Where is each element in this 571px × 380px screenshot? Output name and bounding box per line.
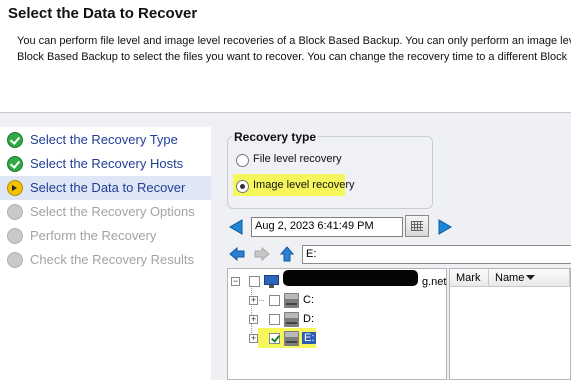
drive-e-checkbox[interactable] [269,333,280,344]
host-label-suffix: g.net [422,276,447,288]
computer-icon [264,275,279,288]
calendar-icon [411,221,423,231]
step-check-recovery-results: Check the Recovery Results [0,248,211,272]
step-select-data-to-recover[interactable]: Select the Data to Recover [0,176,211,200]
step-label: Select the Data to Recover [30,180,186,195]
description-line-2: Block Based Backup to select the files y… [17,51,568,63]
page-header: Select the Data to Recover You can perfo… [0,0,571,112]
pending-step-icon [7,204,23,220]
column-header-name[interactable]: Name [489,269,570,287]
column-label: Name [495,272,525,284]
previous-time-arrow-icon[interactable] [229,219,243,235]
step-label: Select the Recovery Hosts [30,156,184,171]
redacted-hostname [283,270,418,286]
drive-d-label[interactable]: D: [303,313,314,325]
drive-c-label[interactable]: C: [303,294,314,306]
file-level-recovery-option[interactable]: File level recovery [236,153,416,169]
drive-d-checkbox[interactable] [269,314,280,325]
expand-toggle[interactable]: + [249,315,258,324]
pending-step-icon [7,252,23,268]
step-select-recovery-type[interactable]: Select the Recovery Type [0,128,211,152]
page-title: Select the Data to Recover [8,5,198,22]
image-level-radio[interactable] [236,180,249,193]
current-step-arrow-icon [7,180,23,196]
drive-icon [284,331,299,346]
check-icon [7,132,23,148]
file-level-label: File level recovery [253,153,342,165]
back-arrow-icon[interactable] [229,247,245,261]
step-select-recovery-hosts[interactable]: Select the Recovery Hosts [0,152,211,176]
next-time-arrow-icon[interactable] [438,219,452,235]
description-line-1: You can perform file level and image lev… [17,35,571,47]
pending-step-icon [7,228,23,244]
drive-icon [284,293,299,308]
check-icon [7,156,23,172]
recovery-type-title: Recovery type [232,130,319,144]
path-field[interactable]: E: [302,245,571,264]
wizard-steps: Select the Recovery Type Select the Reco… [0,127,211,380]
drive-c-checkbox[interactable] [269,295,280,306]
column-header-mark[interactable]: Mark [450,269,489,287]
collapse-toggle[interactable]: − [231,277,240,286]
sort-down-icon [526,275,535,280]
step-label: Perform the Recovery [30,228,157,243]
calendar-button[interactable] [405,215,429,237]
tree-guide [251,286,252,339]
step-label: Select the Recovery Type [30,132,178,147]
forward-arrow-icon [254,247,270,261]
drive-icon [284,312,299,327]
drive-e-label[interactable]: E: [302,332,317,344]
expand-toggle[interactable]: + [249,334,258,343]
step-label: Select the Recovery Options [30,204,195,219]
step-perform-recovery: Perform the Recovery [0,224,211,248]
recovery-type-group [227,136,433,209]
up-arrow-icon[interactable] [280,246,294,262]
expand-toggle[interactable]: + [249,296,258,305]
page-description: You can perform file level and image lev… [17,33,571,65]
recovery-time-field[interactable]: Aug 2, 2023 6:41:49 PM [251,217,403,237]
file-list: Mark Name [449,268,571,380]
host-checkbox[interactable] [249,276,260,287]
image-level-label: Image level recovery [253,179,355,191]
step-select-recovery-options: Select the Recovery Options [0,200,211,224]
file-level-radio[interactable] [236,154,249,167]
image-level-recovery-option[interactable]: Image level recovery [236,179,416,195]
column-label: Mark [456,272,481,284]
step-label: Check the Recovery Results [30,252,195,267]
